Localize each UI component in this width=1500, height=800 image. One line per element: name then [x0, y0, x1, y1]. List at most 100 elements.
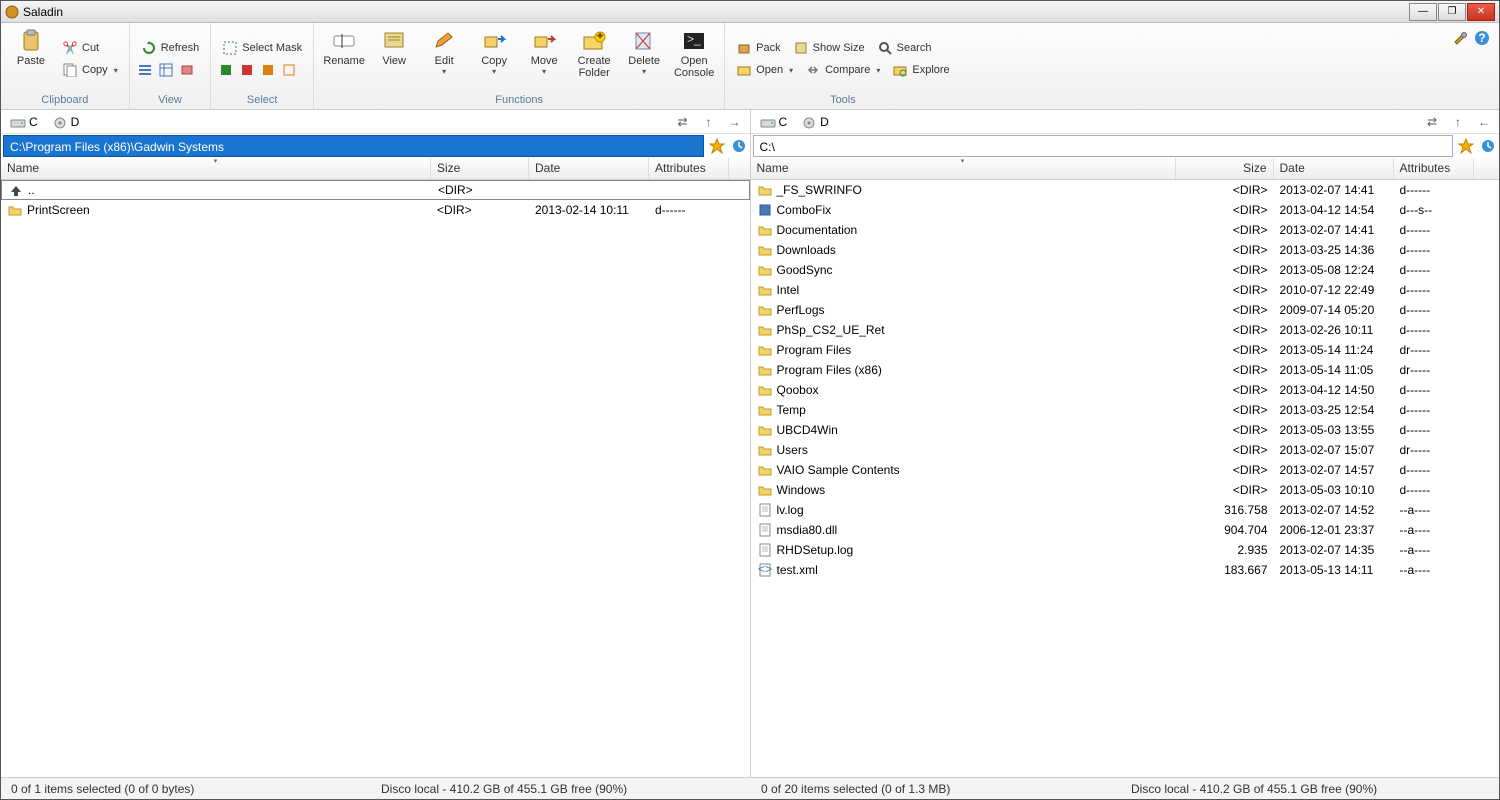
- view-button[interactable]: View: [370, 26, 418, 92]
- svg-text:✦: ✦: [595, 31, 605, 43]
- select-ext-icon[interactable]: [280, 61, 298, 79]
- history-icon[interactable]: [1478, 136, 1498, 156]
- table-row[interactable]: Users<DIR>2013-02-07 15:07dr-----: [751, 440, 1500, 460]
- table-row[interactable]: _FS_SWRINFO<DIR>2013-02-07 14:41d------: [751, 180, 1500, 200]
- rename-button[interactable]: Rename: [320, 26, 368, 92]
- drive-c-left[interactable]: C: [7, 114, 41, 130]
- group-tools: Pack Show Size Search Open▾ Compare▾ Exp…: [725, 23, 961, 109]
- folder-icon: [757, 422, 773, 438]
- nav-swap-icon[interactable]: ⇄: [674, 113, 692, 131]
- cut-button[interactable]: ✂️Cut: [57, 38, 123, 58]
- folder-icon: [757, 282, 773, 298]
- ribbon-toolbar: Paste ✂️Cut Copy▾ Clipboard Refresh: [1, 23, 1499, 110]
- col-name[interactable]: Name▾: [1, 158, 431, 179]
- show-size-button[interactable]: Show Size: [788, 38, 870, 58]
- drive-d-right[interactable]: D: [798, 114, 832, 130]
- table-row[interactable]: Qoobox<DIR>2013-04-12 14:50d------: [751, 380, 1500, 400]
- compare-button[interactable]: Compare▾: [800, 60, 885, 80]
- favorite-icon[interactable]: [1456, 136, 1476, 156]
- table-row[interactable]: GoodSync<DIR>2013-05-08 12:24d------: [751, 260, 1500, 280]
- table-row[interactable]: Windows<DIR>2013-05-03 10:10d------: [751, 480, 1500, 500]
- copy-fn-button[interactable]: Copy▾: [470, 26, 518, 92]
- refresh-button[interactable]: Refresh: [136, 38, 205, 58]
- col-size[interactable]: Size: [431, 158, 529, 179]
- table-row[interactable]: PerfLogs<DIR>2009-07-14 05:20d------: [751, 300, 1500, 320]
- table-row[interactable]: Intel<DIR>2010-07-12 22:49d------: [751, 280, 1500, 300]
- move-button[interactable]: Move▾: [520, 26, 568, 92]
- table-row[interactable]: RHDSetup.log2.9352013-02-07 14:35--a----: [751, 540, 1500, 560]
- explore-button[interactable]: Explore: [887, 60, 954, 80]
- folder-icon: [757, 222, 773, 238]
- left-path-input[interactable]: C:\Program Files (x86)\Gadwin Systems: [3, 135, 704, 157]
- view-hidden-icon[interactable]: [178, 61, 196, 79]
- minimize-button[interactable]: —: [1409, 3, 1437, 21]
- table-row[interactable]: UBCD4Win<DIR>2013-05-03 13:55d------: [751, 420, 1500, 440]
- col-date[interactable]: Date: [1274, 158, 1394, 179]
- table-row[interactable]: PrintScreen<DIR>2013-02-14 10:11d------: [1, 200, 750, 220]
- drive-d-left[interactable]: D: [49, 114, 83, 130]
- right-status-selection: 0 of 20 items selected (0 of 1.3 MB): [751, 782, 1121, 796]
- xml-icon: <>: [757, 562, 773, 578]
- view-details-icon[interactable]: [157, 61, 175, 79]
- help-icon[interactable]: ?: [1473, 29, 1491, 47]
- copy-button[interactable]: Copy▾: [57, 60, 123, 80]
- unselect-icon[interactable]: [238, 61, 256, 79]
- copy-icon: [62, 62, 78, 78]
- svg-text:<>: <>: [758, 563, 772, 576]
- search-icon: [877, 40, 893, 56]
- right-file-list[interactable]: _FS_SWRINFO<DIR>2013-02-07 14:41d------C…: [751, 180, 1500, 777]
- settings-icon[interactable]: [1451, 29, 1469, 47]
- view-list-icon[interactable]: [136, 61, 154, 79]
- edit-button[interactable]: Edit▾: [420, 26, 468, 92]
- folder-icon: [757, 482, 773, 498]
- nav-back-icon[interactable]: ←: [1475, 113, 1493, 131]
- view-icon: [382, 29, 406, 53]
- status-bar: 0 of 1 items selected (0 of 0 bytes) Dis…: [1, 777, 1499, 799]
- table-row[interactable]: <>test.xml183.6672013-05-13 14:11--a----: [751, 560, 1500, 580]
- create-folder-button[interactable]: ✦Create Folder: [570, 26, 618, 92]
- col-attr[interactable]: Attributes: [649, 158, 729, 179]
- left-status-selection: 0 of 1 items selected (0 of 0 bytes): [1, 782, 371, 796]
- table-row[interactable]: PhSp_CS2_UE_Ret<DIR>2013-02-26 10:11d---…: [751, 320, 1500, 340]
- table-row[interactable]: Documentation<DIR>2013-02-07 14:41d-----…: [751, 220, 1500, 240]
- table-row[interactable]: ComboFix<DIR>2013-04-12 14:54d---s--: [751, 200, 1500, 220]
- explore-icon: [892, 62, 908, 78]
- table-row[interactable]: msdia80.dll904.7042006-12-01 23:37--a---…: [751, 520, 1500, 540]
- table-row[interactable]: ..<DIR>: [1, 180, 750, 200]
- open-console-button[interactable]: >_Open Console: [670, 26, 718, 92]
- table-row[interactable]: Temp<DIR>2013-03-25 12:54d------: [751, 400, 1500, 420]
- favorite-icon[interactable]: [707, 136, 727, 156]
- history-icon[interactable]: [729, 136, 749, 156]
- paste-button[interactable]: Paste: [7, 26, 55, 92]
- table-row[interactable]: lv.log316.7582013-02-07 14:52--a----: [751, 500, 1500, 520]
- nav-forward-icon[interactable]: →: [726, 113, 744, 131]
- table-row[interactable]: Downloads<DIR>2013-03-25 14:36d------: [751, 240, 1500, 260]
- open-button[interactable]: Open▾: [731, 60, 798, 80]
- delete-button[interactable]: Delete▾: [620, 26, 668, 92]
- col-size[interactable]: Size: [1176, 158, 1274, 179]
- search-button[interactable]: Search: [872, 38, 937, 58]
- nav-up-icon[interactable]: ↑: [700, 113, 718, 131]
- select-all-icon[interactable]: [217, 61, 235, 79]
- right-path-input[interactable]: C:\: [753, 135, 1454, 157]
- invert-icon[interactable]: [259, 61, 277, 79]
- table-row[interactable]: Program Files<DIR>2013-05-14 11:24dr----…: [751, 340, 1500, 360]
- table-row[interactable]: VAIO Sample Contents<DIR>2013-02-07 14:5…: [751, 460, 1500, 480]
- nav-swap-icon[interactable]: ⇄: [1423, 113, 1441, 131]
- close-button[interactable]: ✕: [1467, 3, 1495, 21]
- left-status-disk: Disco local - 410.2 GB of 455.1 GB free …: [371, 782, 751, 796]
- refresh-icon: [141, 40, 157, 56]
- drive-c-right[interactable]: C: [757, 114, 791, 130]
- folder-icon: [757, 342, 773, 358]
- select-mask-button[interactable]: Select Mask: [217, 38, 307, 58]
- table-row[interactable]: Program Files (x86)<DIR>2013-05-14 11:05…: [751, 360, 1500, 380]
- col-name[interactable]: Name▾: [751, 158, 1176, 179]
- maximize-button[interactable]: ❐: [1438, 3, 1466, 21]
- console-icon: >_: [682, 29, 706, 53]
- col-attr[interactable]: Attributes: [1394, 158, 1474, 179]
- nav-up-icon[interactable]: ↑: [1449, 113, 1467, 131]
- compare-icon: [805, 62, 821, 78]
- col-date[interactable]: Date: [529, 158, 649, 179]
- left-file-list[interactable]: ..<DIR>PrintScreen<DIR>2013-02-14 10:11d…: [1, 180, 750, 777]
- pack-button[interactable]: Pack: [731, 38, 785, 58]
